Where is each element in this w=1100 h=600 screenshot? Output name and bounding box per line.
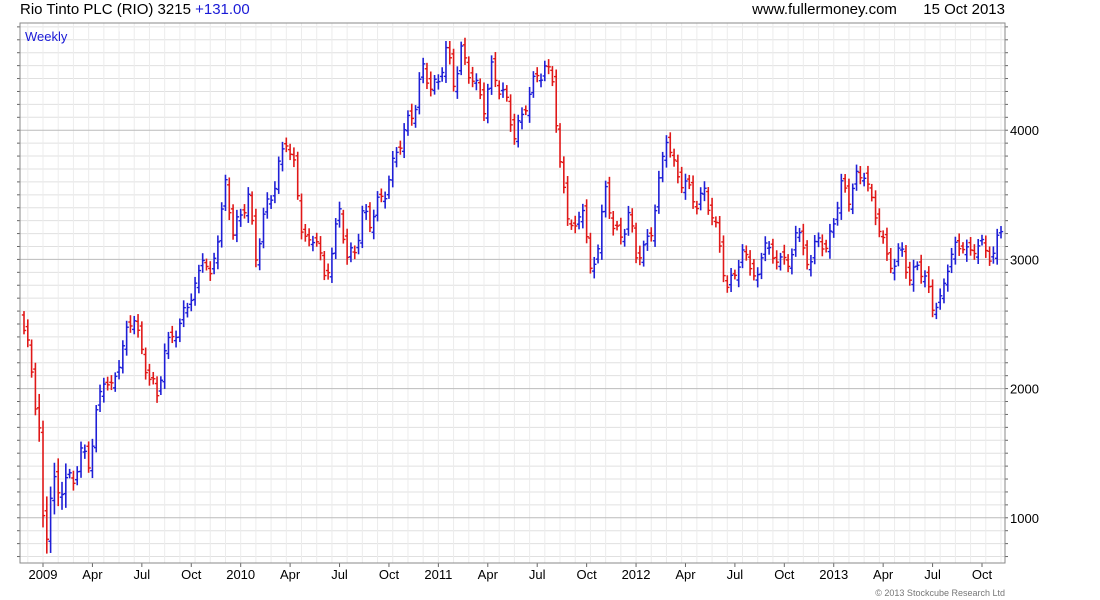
x-tick-label: Jul (529, 567, 546, 582)
grid-layer (20, 23, 1005, 563)
x-tick-label: 2009 (29, 567, 58, 582)
x-tick-label: 2011 (424, 567, 452, 582)
x-tick-label: Apr (82, 567, 103, 582)
price-chart: 1000 2000 3000 4000 2009 Apr Jul Oct 2010 Apr Jul O… (17, 22, 1039, 582)
x-tick-label: Oct (774, 567, 795, 582)
x-tick-label: Apr (280, 567, 301, 582)
x-tick-label: Oct (181, 567, 202, 582)
x-tick-label: 2013 (819, 567, 848, 582)
x-tick-label: Jul (331, 567, 348, 582)
copyright-notice: © 2013 Stockcube Research Ltd (875, 588, 1005, 598)
y-tick-label: 4000 (1010, 123, 1039, 138)
period-label: Weekly (25, 29, 68, 44)
x-tick-label: Jul (924, 567, 941, 582)
x-tick-label: Jul (134, 567, 151, 582)
y-tick-label: 3000 (1010, 252, 1039, 267)
x-tick-label: Oct (379, 567, 400, 582)
x-tick-label: Apr (478, 567, 499, 582)
x-tick-label: 2010 (226, 567, 255, 582)
x-tick-label: Oct (972, 567, 993, 582)
x-tick-label: Apr (873, 567, 894, 582)
x-tick-label: Oct (577, 567, 598, 582)
x-tick-label: 2012 (622, 567, 651, 582)
x-tick-label: Apr (675, 567, 696, 582)
y-tick-label: 1000 (1010, 511, 1039, 526)
x-tick-label: Jul (727, 567, 744, 582)
y-tick-label: 2000 (1010, 382, 1039, 397)
